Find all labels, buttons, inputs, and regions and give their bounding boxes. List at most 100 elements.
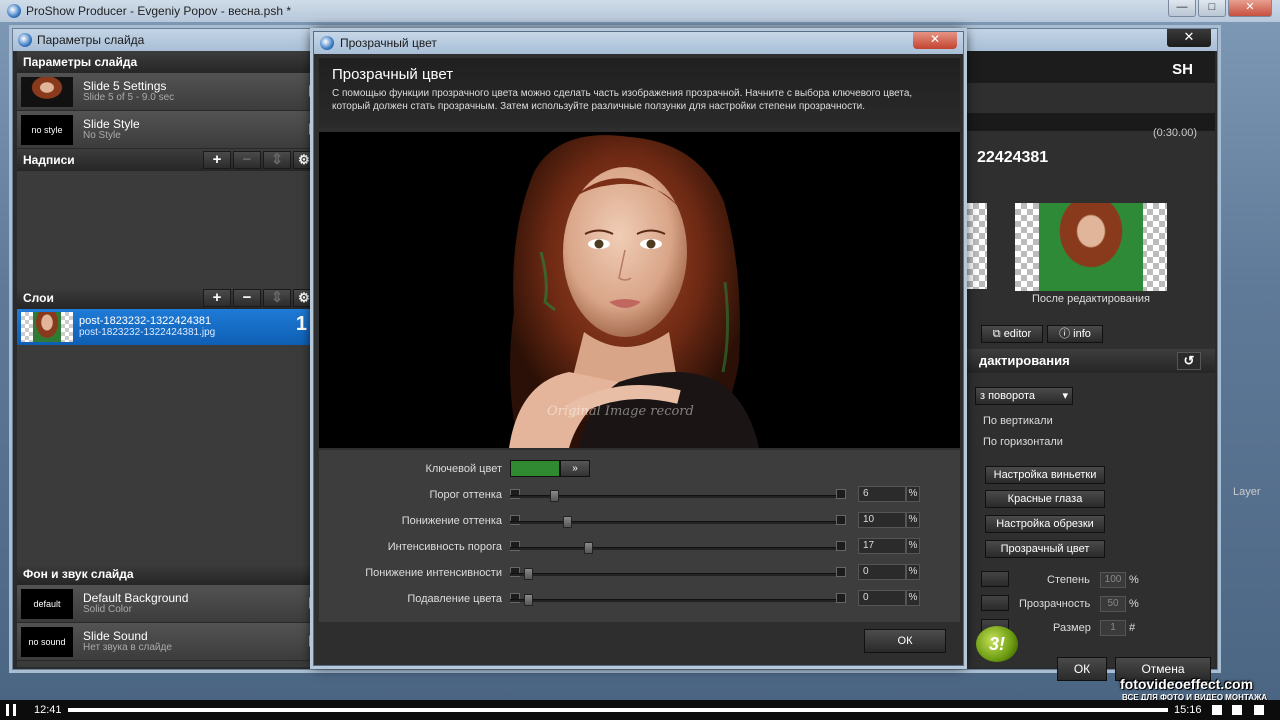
proshow-app-icon — [7, 4, 21, 18]
layer-row-selected[interactable]: post-1823232-1322424381 post-1823232-132… — [17, 309, 315, 345]
pause-icon[interactable] — [6, 704, 16, 716]
rotate-select[interactable]: з поворота ▾ — [975, 387, 1073, 405]
add-caption-button[interactable]: + — [203, 151, 231, 169]
remove-caption-button[interactable]: − — [233, 151, 261, 169]
slide-settings-row[interactable]: Slide 5 Settings Slide 5 of 5 - 9.0 sec — [17, 73, 315, 111]
slide-style-row[interactable]: no style Slide Style No Style — [17, 111, 315, 149]
vignette-button[interactable]: Настройка виньетки — [985, 466, 1105, 484]
slider-thumb[interactable] — [550, 490, 559, 502]
remove-layer-button[interactable]: − — [233, 289, 261, 307]
layers-list[interactable] — [17, 345, 315, 563]
reorder-layer-button[interactable]: ⇕ — [263, 289, 291, 307]
opacity-stepper[interactable] — [981, 595, 1009, 611]
rotate-select-value: з поворота — [980, 390, 1036, 402]
slider-value-input[interactable]: 0 — [858, 564, 906, 580]
slider-track[interactable] — [510, 573, 846, 576]
slider-row: Понижение интенсивности 0% — [319, 564, 960, 584]
layer-number: 1 — [295, 313, 307, 335]
slider-value-input[interactable]: 10 — [858, 512, 906, 528]
layer-text: Layer — [1233, 486, 1261, 498]
fullscreen-icon[interactable] — [1254, 705, 1264, 715]
slider-increment-button[interactable] — [836, 567, 846, 577]
add-layer-button[interactable]: + — [203, 289, 231, 307]
degree-stepper[interactable] — [981, 571, 1009, 587]
captions-list[interactable] — [17, 171, 315, 287]
crop-button[interactable]: Настройка обрезки — [985, 515, 1105, 533]
after-preview-thumbnail — [1015, 203, 1167, 291]
red-eye-button[interactable]: Красные глаза — [985, 490, 1105, 508]
section-header-background-sound: Фон и звук слайда — [17, 563, 315, 585]
layer-thumbnail — [21, 312, 73, 342]
degree-label: Степень — [1047, 574, 1090, 586]
slider-track[interactable] — [510, 495, 846, 498]
editing-section-header: дактирования ↺ — [963, 349, 1215, 373]
key-color-row: Ключевой цвет » — [319, 460, 960, 480]
info-label: info — [1073, 328, 1091, 340]
opacity-input[interactable]: 50 — [1100, 596, 1126, 612]
degree-input[interactable]: 100 — [1100, 572, 1126, 588]
captions-header-label: Надписи — [23, 153, 75, 167]
seek-bar[interactable] — [68, 708, 1168, 712]
chevron-down-icon: ▾ — [1062, 390, 1068, 402]
slider-increment-button[interactable] — [836, 593, 846, 603]
dialog-description: С помощью функции прозрачного цвета можн… — [332, 88, 913, 112]
slider-thumb[interactable] — [524, 568, 533, 580]
total-time: 15:16 — [1174, 704, 1202, 716]
background-subtitle: Solid Color — [83, 604, 132, 615]
key-color-swatch[interactable] — [510, 460, 560, 477]
gear-icon[interactable]: ⚙ — [293, 151, 315, 169]
reorder-caption-button[interactable]: ⇕ — [263, 151, 291, 169]
opacity-unit: % — [1129, 598, 1139, 610]
preview-watermark: Original Image record — [547, 404, 694, 419]
slider-value-input[interactable]: 0 — [858, 590, 906, 606]
size-unit: # — [1129, 622, 1136, 634]
slider-track[interactable] — [510, 521, 846, 524]
dialog-close-button[interactable]: ✕ — [913, 32, 957, 49]
reset-icon[interactable]: ↺ — [1177, 352, 1201, 370]
percent-unit: % — [906, 512, 920, 528]
flip-horizontal-label[interactable]: По горизонтали — [983, 436, 1063, 448]
slider-increment-button[interactable] — [836, 515, 846, 525]
editor-label: editor — [1003, 328, 1032, 340]
maximize-button[interactable]: □ — [1198, 0, 1226, 17]
slider-thumb[interactable] — [563, 516, 572, 528]
background-row[interactable]: default Default Background Solid Color — [17, 585, 315, 623]
slider-increment-button[interactable] — [836, 489, 846, 499]
dialog-title: Прозрачный цвет — [340, 36, 437, 50]
key-color-picker-button[interactable]: » — [560, 460, 590, 477]
minimize-button[interactable]: — — [1168, 0, 1196, 17]
slider-label: Порог оттенка — [429, 489, 502, 501]
volume-icon[interactable] — [1232, 705, 1242, 715]
close-button[interactable]: ✕ — [1228, 0, 1272, 17]
slide-options-close-button[interactable]: ✕ — [1167, 29, 1211, 47]
slider-value-input[interactable]: 6 — [858, 486, 906, 502]
sound-row[interactable]: no sound Slide Sound Нет звука в слайде — [17, 623, 315, 661]
slider-thumb[interactable] — [524, 594, 533, 606]
dialog-title-bar: Прозрачный цвет ✕ — [314, 32, 963, 54]
percent-unit: % — [906, 486, 920, 502]
flip-vertical-label[interactable]: По вертикали — [983, 415, 1053, 427]
slider-track[interactable] — [510, 547, 846, 550]
image-preview[interactable]: Original Image record — [319, 132, 960, 448]
layer-file: post-1823232-1322424381.jpg — [79, 327, 216, 338]
current-time: 12:41 — [34, 704, 62, 716]
slider-thumb[interactable] — [584, 542, 593, 554]
slide-options-ok-button[interactable]: ОК — [1057, 657, 1107, 681]
right-top-label: SH — [963, 51, 1215, 83]
background-thumbnail: default — [21, 589, 73, 619]
dialog-heading: Прозрачный цвет — [332, 66, 454, 83]
slider-row: Порог оттенка 6% — [319, 486, 960, 506]
info-button[interactable]: ⓘ info — [1047, 325, 1103, 343]
editor-button[interactable]: ⧉ editor — [981, 325, 1043, 343]
size-input[interactable]: 1 — [1100, 620, 1126, 636]
slide-settings-subtitle: Slide 5 of 5 - 9.0 sec — [83, 92, 175, 103]
site-watermark: fotovideoeffect.com — [1120, 676, 1254, 692]
slider-value-input[interactable]: 17 — [858, 538, 906, 554]
section-header-captions: Надписи + − ⇕ ⚙ — [17, 149, 315, 171]
transparent-color-button[interactable]: Прозрачный цвет — [985, 540, 1105, 558]
gear-icon[interactable]: ⚙ — [293, 289, 315, 307]
slider-track[interactable] — [510, 599, 846, 602]
settings-icon[interactable] — [1212, 705, 1222, 715]
slider-increment-button[interactable] — [836, 541, 846, 551]
dialog-ok-button[interactable]: ОК — [864, 629, 946, 653]
